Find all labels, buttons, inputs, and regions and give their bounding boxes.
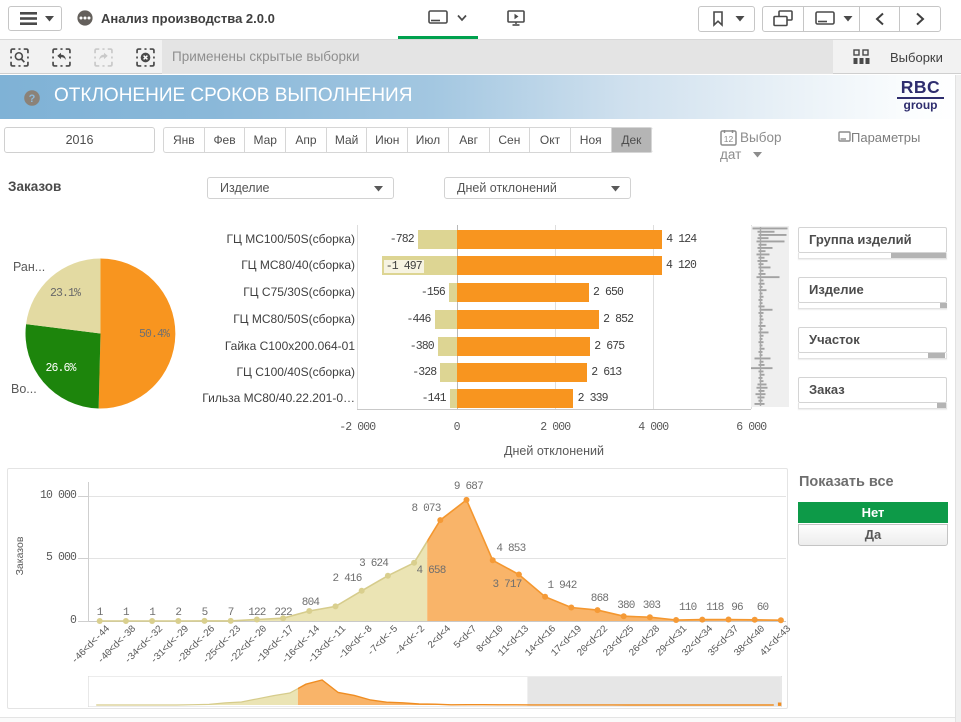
svg-text:12: 12 — [724, 134, 734, 144]
svg-text:?: ? — [29, 93, 36, 105]
